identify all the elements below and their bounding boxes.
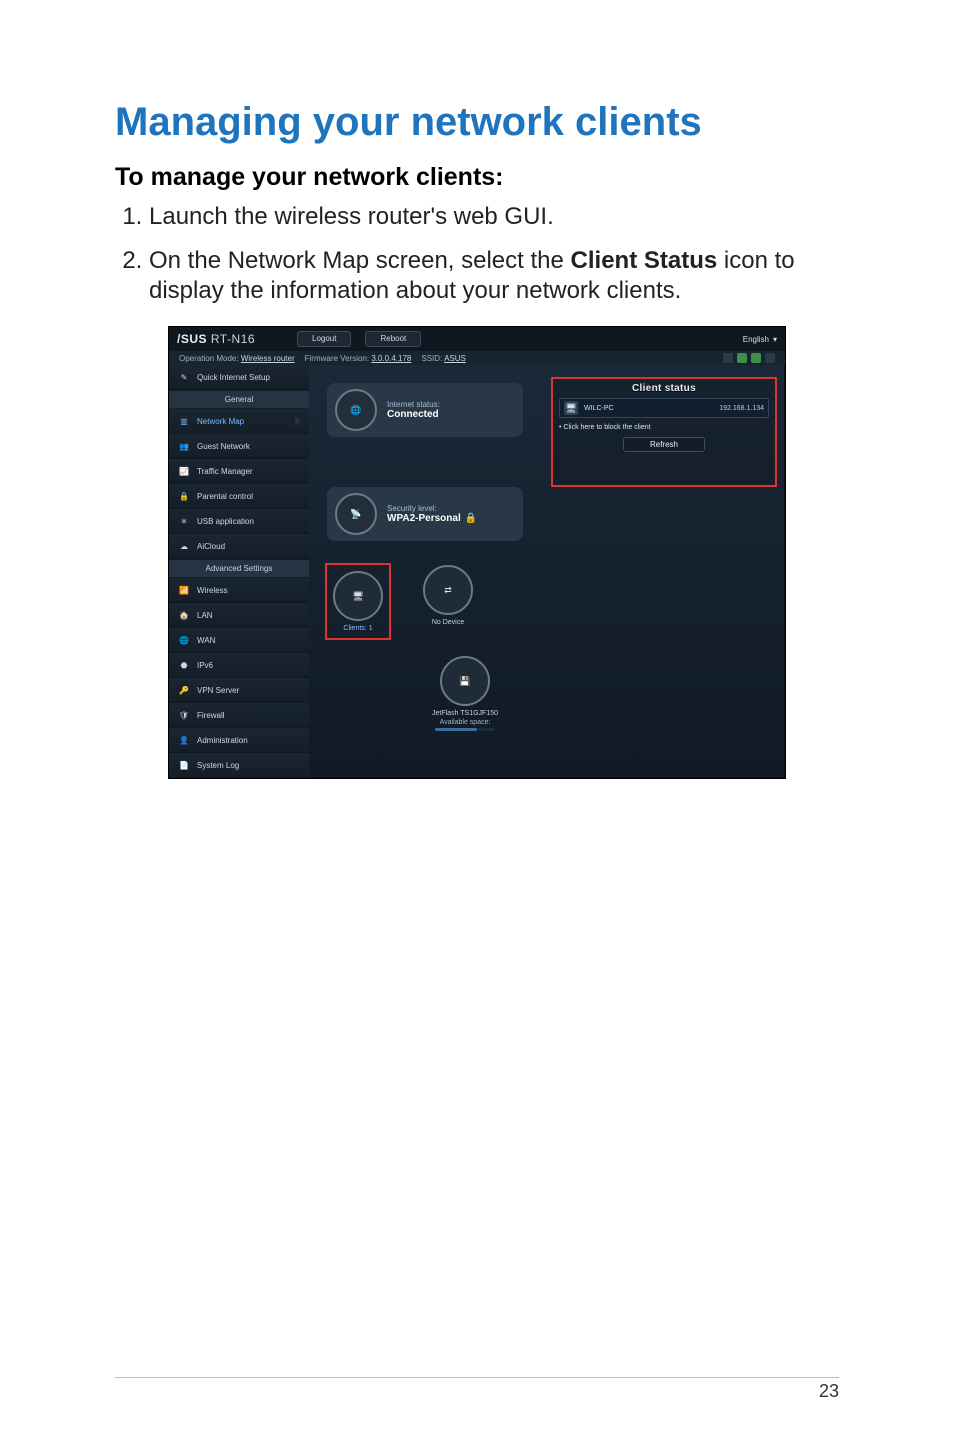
wand-icon: ✎ — [177, 370, 191, 384]
sidebar-section-general: General — [169, 390, 309, 409]
usb-icon: ✳ — [177, 514, 191, 528]
router-sidebar: ✎ Quick Internet Setup General ▥ Network… — [169, 365, 309, 778]
client-status-panel: Client status 🖥 WILC-PC 192.168.1.134 Cl… — [551, 377, 777, 487]
sidebar-item-administration[interactable]: 👤Administration — [169, 728, 309, 753]
status-icon — [765, 353, 775, 363]
sidebar-item-firewall[interactable]: 🛡Firewall — [169, 703, 309, 728]
router-header: /SUS RT-N16 Logout Reboot English▾ — [169, 327, 785, 351]
users-icon: 👥 — [177, 439, 191, 453]
security-label: Security level: — [387, 504, 477, 513]
clients-label: Clients: — [343, 625, 366, 632]
lock-icon: 🔒 — [465, 513, 477, 524]
brand-logo: /SUS RT-N16 — [177, 332, 255, 346]
usb-drive-name: JetFlash TS1GJF150 — [415, 710, 515, 717]
diagram-icon: ▥ — [177, 414, 191, 428]
step-2: On the Network Map screen, select the Cl… — [149, 246, 839, 306]
client-status-title: Client status — [559, 383, 769, 394]
step-2-before: On the Network Map screen, select the — [149, 247, 571, 274]
step-1: Launch the wireless router's web GUI. — [149, 202, 839, 232]
status-icon-ok — [751, 353, 761, 363]
status-icons — [723, 353, 775, 363]
logout-button[interactable]: Logout — [297, 331, 351, 347]
security-value: WPA2-Personal — [387, 513, 461, 524]
chevron-down-icon: ▾ — [773, 335, 777, 344]
page-subtitle: To manage your network clients: — [115, 163, 839, 192]
language-selector[interactable]: English▾ — [743, 335, 777, 344]
client-row[interactable]: 🖥 WILC-PC 192.168.1.134 — [559, 398, 769, 418]
sidebar-item-usb-application[interactable]: ✳USB application — [169, 509, 309, 534]
client-name: WILC-PC — [584, 405, 614, 412]
step-2-bold: Client Status — [571, 247, 718, 274]
status-icon-ok — [737, 353, 747, 363]
sidebar-item-vpn-server[interactable]: 🔑VPN Server — [169, 678, 309, 703]
sidebar-item-guest-network[interactable]: 👥Guest Network — [169, 434, 309, 459]
op-mode-link[interactable]: Wireless router — [241, 354, 295, 363]
sidebar-item-aicloud[interactable]: ☁AiCloud — [169, 534, 309, 559]
sidebar-item-lan[interactable]: 🏠LAN — [169, 603, 309, 628]
sidebar-item-network-map[interactable]: ▥ Network Map — [169, 409, 309, 434]
sidebar-item-wireless[interactable]: 📶Wireless — [169, 578, 309, 603]
admin-icon: 👤 — [177, 733, 191, 747]
refresh-button[interactable]: Refresh — [623, 437, 705, 452]
pc-icon: 🖥 — [564, 401, 578, 415]
internet-status-label: Internet status: — [387, 400, 440, 409]
log-icon: 📄 — [177, 758, 191, 772]
wifi-icon: 📶 — [177, 583, 191, 597]
footer-rule — [115, 1377, 839, 1378]
router-gui: /SUS RT-N16 Logout Reboot English▾ Opera… — [168, 326, 786, 779]
usb-plug-icon: ⇄ — [423, 565, 473, 615]
globe-icon: 🌐 — [177, 633, 191, 647]
sidebar-item-system-log[interactable]: 📄System Log — [169, 753, 309, 778]
security-card[interactable]: 📡 Security level: WPA2-Personal 🔒 — [327, 487, 523, 541]
sidebar-item-parental-control[interactable]: 🔒Parental control — [169, 484, 309, 509]
chart-icon: 📈 — [177, 464, 191, 478]
cloud-icon: ☁ — [177, 539, 191, 553]
router-main: 🌐 Internet status: Connected 📡 Security … — [309, 365, 785, 778]
shield-icon: 🛡 — [177, 708, 191, 722]
usb-free-label: Available space: — [415, 719, 515, 726]
router-infoline: Operation Mode: Wireless router Firmware… — [169, 351, 785, 365]
page-number: 23 — [819, 1381, 839, 1402]
sidebar-item-wan[interactable]: 🌐WAN — [169, 628, 309, 653]
block-client-link[interactable]: Click here to block the client — [559, 424, 769, 431]
fw-link[interactable]: 3.0.0.4.178 — [371, 354, 411, 363]
ipv6-icon: ⬣ — [177, 658, 191, 672]
sidebar-item-quick-internet-setup[interactable]: ✎ Quick Internet Setup — [169, 365, 309, 390]
usb-status-1[interactable]: ⇄ No Device — [423, 565, 473, 626]
ssid-link[interactable]: ASUS — [444, 354, 466, 363]
client-status-icon-button[interactable]: 🖥 Clients: 1 — [327, 565, 389, 638]
usb-space-bar — [435, 728, 495, 731]
sidebar-section-advanced: Advanced Settings — [169, 559, 309, 578]
home-icon: 🏠 — [177, 608, 191, 622]
vpn-icon: 🔑 — [177, 683, 191, 697]
model-label: RT-N16 — [211, 332, 255, 346]
lock-icon: 🔒 — [177, 489, 191, 503]
page-title: Managing your network clients — [115, 100, 839, 145]
usb-drive-icon[interactable]: 💾 — [440, 656, 490, 706]
reboot-button[interactable]: Reboot — [365, 331, 421, 347]
clients-count: 1 — [369, 625, 373, 632]
monitor-icon: 🖥 — [333, 571, 383, 621]
internet-status-card[interactable]: 🌐 Internet status: Connected — [327, 383, 523, 437]
client-ip: 192.168.1.134 — [719, 405, 764, 412]
no-device-label: No Device — [423, 619, 473, 626]
status-icon — [723, 353, 733, 363]
sidebar-item-traffic-manager[interactable]: 📈Traffic Manager — [169, 459, 309, 484]
router-icon: 📡 — [335, 493, 377, 535]
sidebar-item-ipv6[interactable]: ⬣IPv6 — [169, 653, 309, 678]
internet-status-value: Connected — [387, 409, 440, 420]
globe-icon: 🌐 — [335, 389, 377, 431]
